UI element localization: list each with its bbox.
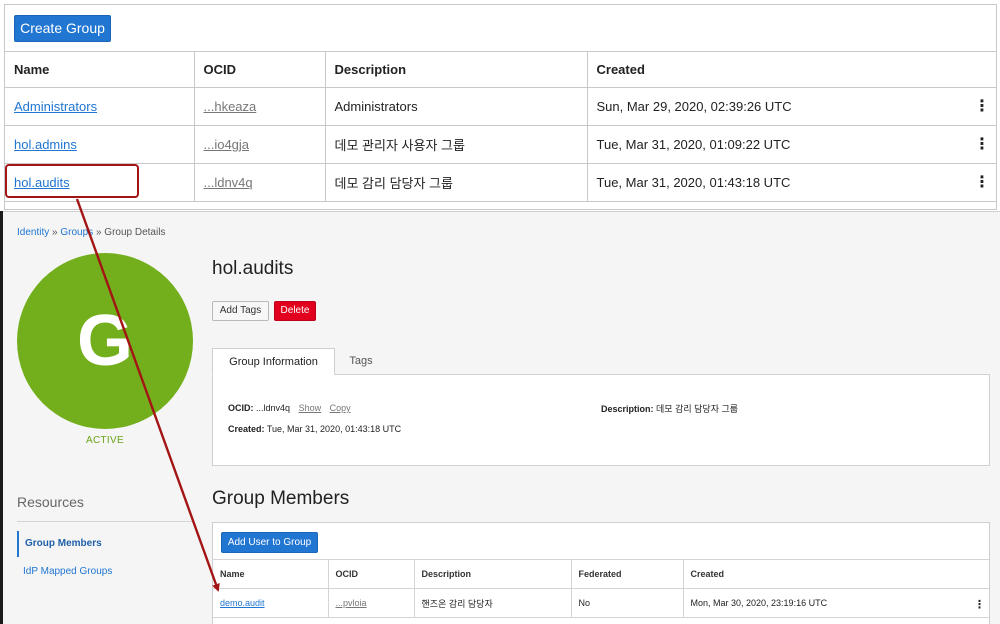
page-title: hol.audits (212, 258, 294, 279)
group-ocid-link[interactable]: ...io4gja (204, 137, 250, 152)
group-description: 데모 관리자 사용자 그룹 (324, 125, 588, 164)
group-ocid-link[interactable]: ...hkeaza (204, 99, 257, 114)
group-description: 데모 감리 담당자 그룹 (324, 163, 588, 202)
groups-list-panel: Create Group Name OCID Description Creat… (4, 4, 997, 210)
description-label: Description: (601, 404, 654, 414)
member-created: Mon, Mar 30, 2020, 23:19:16 UTC (690, 598, 828, 608)
table-row: hol.audits ...ldnv4q 데모 감리 담당자 그룹 Tue, M… (5, 163, 996, 202)
member-description: 핸즈온 감리 담당자 (413, 588, 572, 618)
kebab-menu-icon[interactable]: ⋮ (974, 598, 985, 611)
column-header-name[interactable]: Name (213, 559, 329, 589)
table-row: Administrators ...hkeaza Administrators … (5, 87, 996, 126)
ocid-value: ...ldnv4q (256, 403, 291, 413)
breadcrumb-current: Group Details (104, 227, 166, 238)
breadcrumb-separator: » (49, 227, 61, 238)
column-header-ocid[interactable]: OCID (193, 51, 326, 88)
group-members-heading: Group Members (212, 488, 350, 509)
column-header-description[interactable]: Description (413, 559, 572, 589)
description-row: Description: 데모 감리 담당자 그룹 (601, 402, 738, 415)
kebab-menu-icon[interactable]: ⋮ (974, 175, 990, 191)
breadcrumb-identity[interactable]: Identity (17, 227, 49, 238)
group-members-box: Add User to Group Name OCID Description … (212, 522, 990, 624)
delete-button[interactable]: Delete (274, 301, 316, 321)
member-federated: No (570, 588, 684, 618)
status-label: ACTIVE (86, 435, 124, 446)
breadcrumb: Identity » Groups » Group Details (17, 227, 165, 238)
resources-heading: Resources (17, 494, 84, 510)
breadcrumb-separator: » (93, 227, 105, 238)
group-ocid-link[interactable]: ...ldnv4q (204, 175, 253, 190)
resource-item-idp-mapped-groups[interactable]: IdP Mapped Groups (17, 559, 193, 585)
group-details-panel: Identity » Groups » Group Details G ACTI… (0, 211, 1000, 624)
groups-table: Name OCID Description Created Administra… (5, 51, 996, 202)
group-name-link[interactable]: hol.admins (14, 137, 77, 152)
ocid-label: OCID: (228, 403, 254, 413)
add-user-to-group-button[interactable]: Add User to Group (221, 532, 318, 553)
column-header-ocid[interactable]: OCID (327, 559, 415, 589)
show-ocid-link[interactable]: Show (299, 403, 322, 413)
column-header-name[interactable]: Name (5, 51, 195, 88)
description-value: 데모 감리 담당자 그룹 (656, 404, 739, 414)
created-row: Created: Tue, Mar 31, 2020, 01:43:18 UTC (228, 424, 401, 434)
group-description: Administrators (324, 87, 588, 126)
group-name-link[interactable]: hol.audits (14, 175, 70, 190)
tab-group-information[interactable]: Group Information (212, 348, 335, 375)
column-header-description[interactable]: Description (324, 51, 588, 88)
copy-ocid-link[interactable]: Copy (330, 403, 351, 413)
groups-table-header: Name OCID Description Created (5, 51, 996, 88)
group-created: Sun, Mar 29, 2020, 02:39:26 UTC (596, 99, 792, 114)
create-group-button[interactable]: Create Group (14, 15, 111, 42)
table-row: hol.admins ...io4gja 데모 관리자 사용자 그룹 Tue, … (5, 125, 996, 164)
group-created: Tue, Mar 31, 2020, 01:43:18 UTC (596, 175, 791, 190)
created-label: Created: (228, 424, 265, 434)
resource-item-group-members[interactable]: Group Members (17, 531, 193, 557)
members-table-header: Name OCID Description Federated Created (213, 559, 989, 589)
kebab-menu-icon[interactable]: ⋮ (974, 137, 990, 153)
resources-nav: Group Members IdP Mapped Groups (17, 521, 193, 585)
members-table: Name OCID Description Federated Created … (213, 559, 989, 618)
group-created: Tue, Mar 31, 2020, 01:09:22 UTC (596, 137, 791, 152)
table-row: demo.audit ...pvloia 핸즈온 감리 담당자 No Mon, … (213, 588, 989, 618)
ocid-row: OCID: ...ldnv4q Show Copy (228, 403, 351, 413)
group-information-box: OCID: ...ldnv4q Show Copy Created: Tue, … (212, 374, 990, 466)
column-header-created[interactable]: Created (682, 559, 989, 589)
column-header-federated[interactable]: Federated (570, 559, 684, 589)
tab-tags[interactable]: Tags (336, 348, 386, 375)
add-tags-button[interactable]: Add Tags (212, 301, 269, 321)
member-name-link[interactable]: demo.audit (220, 598, 265, 608)
breadcrumb-groups[interactable]: Groups (60, 227, 93, 238)
group-avatar: G (17, 253, 193, 429)
created-value: Tue, Mar 31, 2020, 01:43:18 UTC (266, 424, 402, 434)
column-header-created[interactable]: Created (586, 51, 996, 88)
window-edge-strip (0, 211, 3, 624)
member-ocid-link[interactable]: ...pvloia (336, 598, 367, 608)
group-name-link[interactable]: Administrators (14, 99, 97, 114)
kebab-menu-icon[interactable]: ⋮ (974, 99, 990, 115)
